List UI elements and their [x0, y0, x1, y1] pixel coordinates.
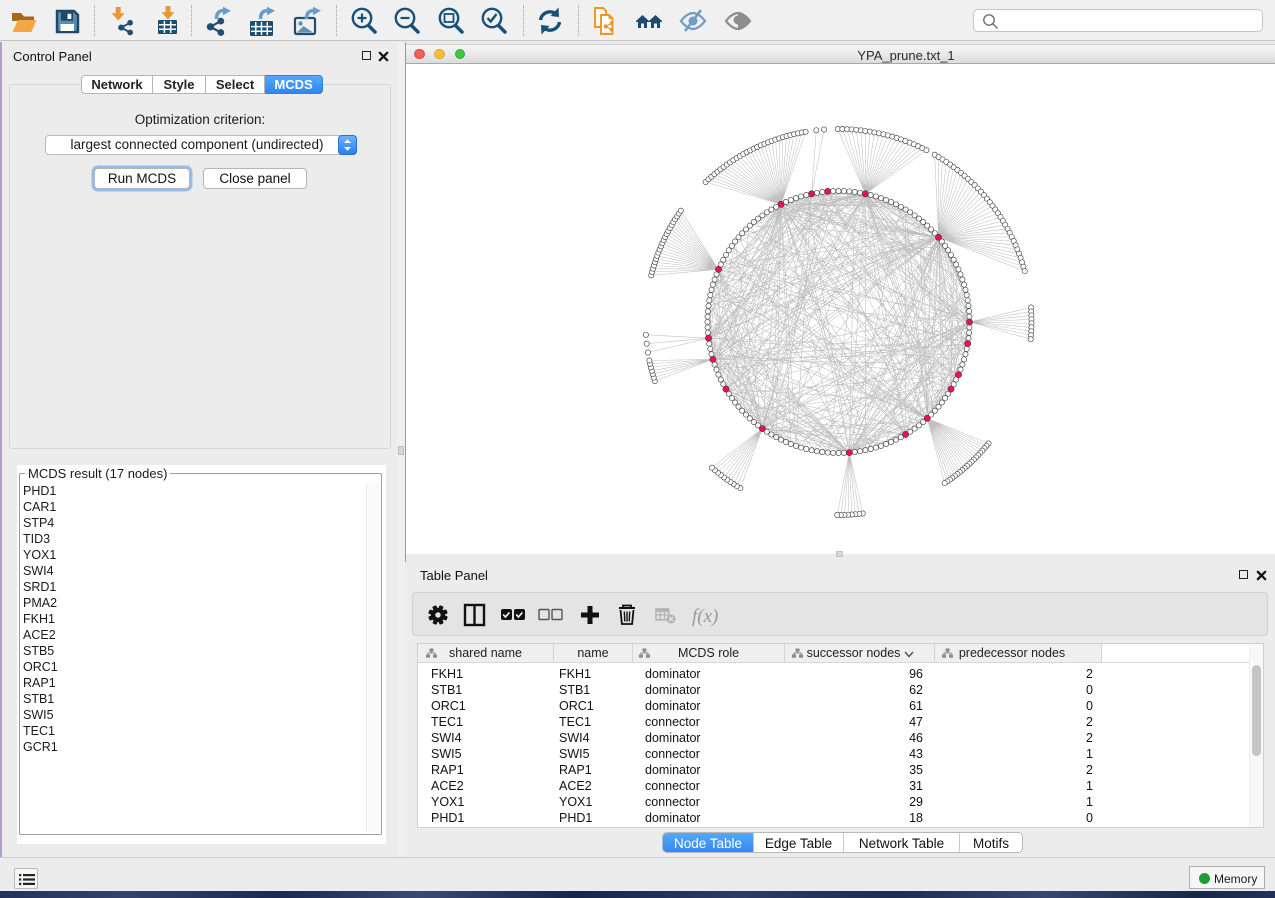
svg-text:f(x): f(x): [692, 606, 718, 627]
